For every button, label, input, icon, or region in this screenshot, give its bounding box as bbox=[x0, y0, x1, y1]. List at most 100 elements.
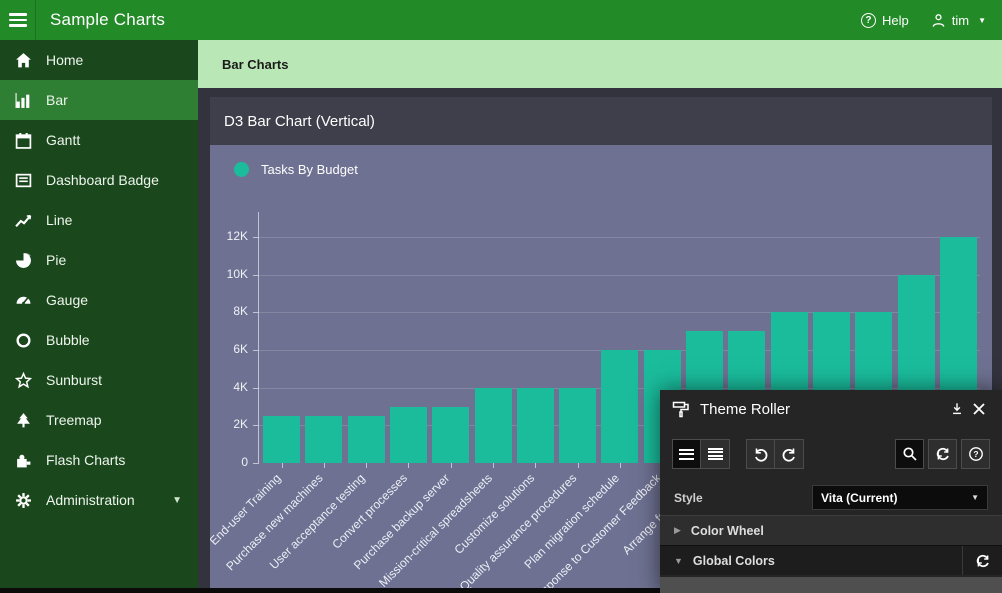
flash-charts-icon bbox=[0, 452, 46, 469]
download-icon bbox=[950, 402, 964, 416]
hamburger-icon bbox=[9, 10, 27, 30]
chevron-right-icon: ▶ bbox=[674, 525, 681, 536]
download-button[interactable] bbox=[946, 398, 968, 420]
sunburst-star-icon bbox=[0, 372, 46, 389]
y-tick-label: 12K bbox=[210, 229, 248, 243]
gauge-icon bbox=[0, 292, 46, 309]
bar-8[interactable] bbox=[559, 388, 596, 463]
y-tick-mark bbox=[253, 388, 258, 389]
refresh-theme-button[interactable] bbox=[928, 439, 957, 469]
sidebar-item-label: Treemap bbox=[46, 412, 102, 428]
chart-panel-title: D3 Bar Chart (Vertical) bbox=[224, 113, 375, 130]
bar-1[interactable] bbox=[263, 416, 300, 463]
sidebar-item-label: Flash Charts bbox=[46, 452, 125, 468]
y-tick-mark bbox=[253, 350, 258, 351]
line-chart-icon bbox=[0, 212, 46, 229]
search-button[interactable] bbox=[895, 439, 924, 469]
user-name: tim bbox=[952, 13, 969, 28]
theme-roller-body bbox=[660, 577, 1002, 593]
sidebar-item-home[interactable]: Home bbox=[0, 40, 198, 80]
style-select-value: Vita (Current) bbox=[821, 491, 897, 505]
detailed-list-view-button[interactable] bbox=[701, 439, 730, 469]
x-tick-mark bbox=[620, 463, 621, 468]
sidebar-item-label: Gauge bbox=[46, 292, 88, 308]
section-global-colors[interactable]: ▼ Global Colors bbox=[660, 545, 1002, 575]
bar-3[interactable] bbox=[348, 416, 385, 463]
bar-5[interactable] bbox=[432, 407, 469, 464]
sidebar-item-administration[interactable]: Administration▼ bbox=[0, 480, 198, 520]
close-button[interactable] bbox=[968, 398, 990, 420]
sidebar-item-label: Home bbox=[46, 52, 83, 68]
paint-roller-icon bbox=[672, 400, 690, 418]
bar-2[interactable] bbox=[305, 416, 342, 463]
y-tick-mark bbox=[253, 463, 258, 464]
sidebar-item-pie[interactable]: Pie bbox=[0, 240, 198, 280]
sidebar-item-gantt[interactable]: Gantt bbox=[0, 120, 198, 160]
global-colors-refresh-button[interactable] bbox=[962, 546, 1002, 575]
chevron-down-icon: ▼ bbox=[172, 495, 182, 506]
theme-roller-header[interactable]: Theme Roller bbox=[660, 390, 1002, 428]
theme-roller-help-button[interactable]: ? bbox=[961, 439, 990, 469]
y-tick-mark bbox=[253, 237, 258, 238]
user-icon bbox=[931, 13, 946, 28]
y-tick-mark bbox=[253, 312, 258, 313]
pie-chart-icon bbox=[0, 252, 46, 269]
user-menu[interactable]: tim ▼ bbox=[931, 13, 986, 28]
gridline bbox=[258, 275, 980, 276]
theme-roller-panel: Theme Roller bbox=[660, 390, 1002, 593]
y-tick-label: 2K bbox=[210, 417, 248, 431]
legend-marker bbox=[234, 162, 249, 177]
style-select[interactable]: Vita (Current) ▼ bbox=[812, 485, 988, 510]
section-color-wheel[interactable]: ▶ Color Wheel bbox=[660, 515, 1002, 545]
sidebar-item-flash-charts[interactable]: Flash Charts bbox=[0, 440, 198, 480]
x-tick-mark bbox=[535, 463, 536, 468]
redo-icon bbox=[781, 446, 797, 462]
sidebar-item-line[interactable]: Line bbox=[0, 200, 198, 240]
topbar: Sample Charts ? Help tim ▼ bbox=[0, 0, 1002, 40]
dashboard-badge-icon bbox=[0, 172, 46, 189]
theme-roller-title: Theme Roller bbox=[700, 401, 790, 418]
sidebar-nav: Home Bar Gantt Dashboard Badge LinePie Gauge B… bbox=[0, 40, 198, 588]
help-icon: ? bbox=[861, 13, 876, 28]
sidebar-item-label: Dashboard Badge bbox=[46, 172, 159, 188]
compact-list-icon bbox=[679, 446, 694, 462]
style-label: Style bbox=[674, 491, 703, 505]
bubble-icon bbox=[0, 332, 46, 349]
search-icon bbox=[902, 446, 918, 462]
chevron-down-icon: ▼ bbox=[674, 556, 683, 566]
chart-legend[interactable]: Tasks By Budget bbox=[234, 162, 358, 177]
sidebar-item-dashboard-badge[interactable]: Dashboard Badge bbox=[0, 160, 198, 200]
redo-button[interactable] bbox=[775, 439, 804, 469]
hamburger-menu-button[interactable] bbox=[0, 0, 36, 40]
treemap-tree-icon bbox=[0, 412, 46, 429]
global-colors-label: Global Colors bbox=[693, 554, 775, 568]
bar-7[interactable] bbox=[517, 388, 554, 463]
home-icon bbox=[0, 52, 46, 69]
sidebar-item-treemap[interactable]: Treemap bbox=[0, 400, 198, 440]
chevron-down-icon: ▼ bbox=[978, 16, 986, 25]
select-arrow-icon: ▼ bbox=[971, 493, 979, 502]
bar-4[interactable] bbox=[390, 407, 427, 464]
bar-6[interactable] bbox=[475, 388, 512, 463]
sidebar-item-label: Gantt bbox=[46, 132, 80, 148]
x-tick-mark bbox=[578, 463, 579, 468]
close-icon bbox=[973, 403, 985, 415]
y-tick-label: 10K bbox=[210, 267, 248, 281]
sidebar-item-label: Bar bbox=[46, 92, 68, 108]
undo-icon bbox=[753, 446, 769, 462]
help-circle-icon: ? bbox=[968, 446, 984, 462]
style-row: Style Vita (Current) ▼ bbox=[660, 480, 1002, 515]
undo-button[interactable] bbox=[746, 439, 775, 469]
bar-9[interactable] bbox=[601, 350, 638, 463]
help-button[interactable]: ? Help bbox=[861, 13, 909, 28]
sidebar-item-bar[interactable]: Bar bbox=[0, 80, 198, 120]
sidebar-item-sunburst[interactable]: Sunburst bbox=[0, 360, 198, 400]
x-tick-mark bbox=[451, 463, 452, 468]
sidebar-item-bubble[interactable]: Bubble bbox=[0, 320, 198, 360]
y-tick-mark bbox=[253, 425, 258, 426]
sidebar-item-gauge[interactable]: Gauge bbox=[0, 280, 198, 320]
theme-roller-toolbar: ? bbox=[660, 428, 1002, 480]
compact-list-view-button[interactable] bbox=[672, 439, 701, 469]
gear-icon bbox=[0, 492, 46, 509]
y-tick-label: 0 bbox=[210, 455, 248, 469]
